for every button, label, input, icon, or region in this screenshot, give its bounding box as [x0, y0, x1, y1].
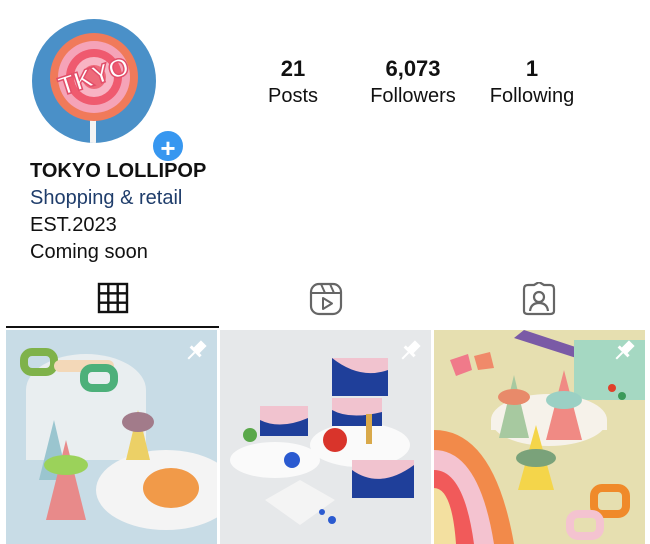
profile-tabs [6, 278, 644, 328]
tagged-icon [522, 282, 555, 316]
profile-bio: TOKYO LOLLIPOP Shopping & retail EST.202… [30, 158, 206, 266]
bio-line: Coming soon [30, 241, 148, 263]
post-thumbnail[interactable] [220, 330, 431, 544]
pin-icon [615, 340, 635, 360]
profile-category[interactable]: Shopping & retail [30, 185, 206, 212]
lollipop-logo: TKYO [50, 33, 138, 143]
posts-count[interactable]: 21 Posts [238, 56, 348, 109]
pin-icon [187, 340, 207, 360]
tab-grid[interactable] [6, 278, 219, 328]
grid-icon [97, 282, 128, 314]
tab-reels[interactable] [219, 278, 432, 328]
followers-count[interactable]: 6,073 Followers [358, 56, 468, 109]
posts-number: 21 [280, 56, 306, 81]
following-number: 1 [525, 56, 539, 81]
tab-tagged[interactable] [432, 278, 645, 328]
following-count[interactable]: 1 Following [477, 56, 587, 109]
post-grid [6, 330, 645, 544]
post-thumbnail[interactable] [6, 330, 217, 544]
reels-icon [309, 282, 342, 316]
pin-icon [401, 340, 421, 360]
bio-line: EST.2023 [30, 214, 117, 236]
post-thumbnail[interactable] [434, 330, 645, 544]
profile-avatar[interactable]: TKYO + [30, 17, 186, 164]
followers-number: 6,073 [385, 56, 441, 81]
following-label: Following [489, 85, 575, 107]
profile-name: TOKYO LOLLIPOP [30, 160, 207, 182]
posts-label: Posts [267, 85, 319, 107]
avatar[interactable]: TKYO [32, 19, 156, 143]
followers-label: Followers [370, 85, 456, 107]
